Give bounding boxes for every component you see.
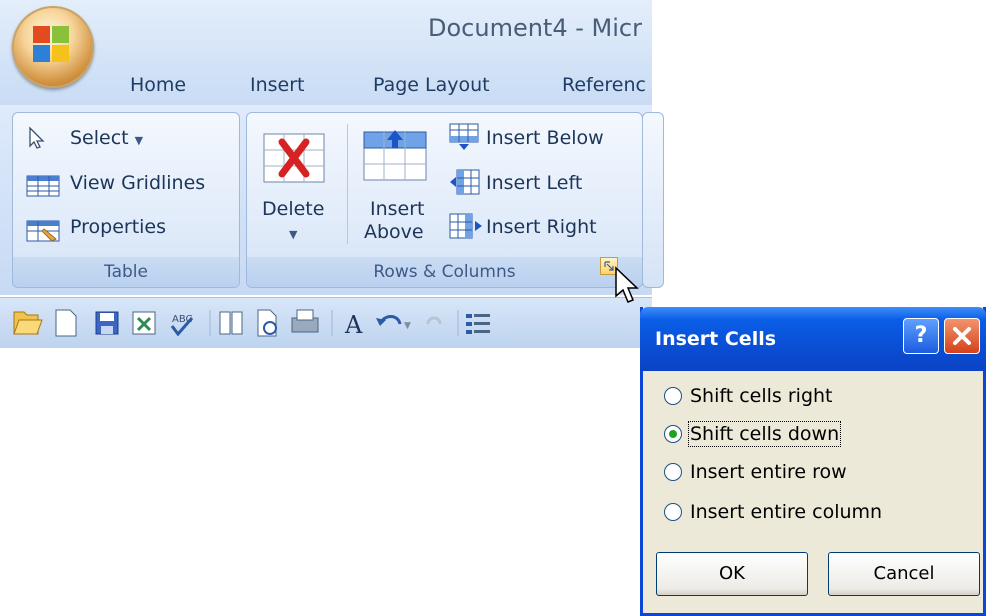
- radio-button[interactable]: [664, 463, 682, 481]
- new-icon: [55, 309, 77, 337]
- spelling-icon: ABC: [170, 314, 194, 337]
- ok-button[interactable]: OK: [656, 552, 808, 596]
- research-icon: [219, 311, 243, 335]
- tab-insert[interactable]: Insert: [250, 74, 305, 96]
- select-cursor-icon: [29, 126, 45, 149]
- insert-above-line2[interactable]: Above: [364, 221, 424, 243]
- view-gridlines-button[interactable]: View Gridlines: [70, 172, 205, 194]
- option-label: Shift cells down: [687, 421, 842, 447]
- delete-button[interactable]: Delete: [262, 198, 324, 220]
- open-icon: [13, 311, 43, 335]
- delete-table-icon: [263, 133, 325, 183]
- insert-above-line1[interactable]: Insert: [370, 198, 425, 220]
- close-icon: [953, 327, 971, 345]
- radio-dot: [669, 430, 677, 438]
- select-button[interactable]: Select ▼: [70, 127, 143, 149]
- svg-text:A: A: [344, 311, 363, 339]
- print-icon: [291, 309, 319, 333]
- save-icon: [95, 311, 119, 335]
- insert-right-button[interactable]: Insert Right: [486, 216, 597, 238]
- font-icon: A: [344, 311, 363, 339]
- print-preview-icon: [257, 309, 277, 337]
- permission-icon: [132, 311, 156, 335]
- office-logo-icon: [33, 26, 69, 62]
- insert-left-button[interactable]: Insert Left: [486, 172, 582, 194]
- help-button[interactable]: ?: [903, 318, 939, 354]
- insert-left-icon: [450, 169, 480, 195]
- table-group-caption: Table: [13, 257, 239, 287]
- separator: [347, 124, 348, 244]
- insert-right-icon: [449, 213, 482, 239]
- close-button[interactable]: [944, 318, 980, 354]
- option-label: Shift cells right: [690, 385, 833, 407]
- select-label: Select: [70, 127, 129, 149]
- undo-icon: [376, 315, 402, 326]
- mouse-cursor-icon: [615, 266, 639, 303]
- tab-references[interactable]: Referenc: [562, 74, 646, 96]
- properties-icon: [26, 220, 60, 242]
- quick-access-icons: ABC A ▼: [13, 309, 490, 339]
- rows-columns-group-caption: Rows & Columns: [247, 257, 642, 287]
- option-label: Insert entire column: [690, 501, 883, 523]
- dialog-title: Insert Cells: [655, 328, 777, 350]
- dialog-launcher-icon: [604, 261, 614, 271]
- radio-button-selected[interactable]: [664, 425, 682, 443]
- redo-icon: [426, 316, 442, 325]
- svg-text:▼: ▼: [404, 321, 411, 331]
- option-label: Insert entire row: [690, 461, 847, 483]
- next-group-edge: [642, 112, 664, 288]
- insert-below-button[interactable]: Insert Below: [486, 127, 604, 149]
- tab-home[interactable]: Home: [130, 74, 186, 96]
- radio-button[interactable]: [664, 387, 682, 405]
- delete-dropdown-arrow-icon[interactable]: ▼: [289, 228, 297, 241]
- insert-below-icon: [449, 123, 479, 150]
- properties-button[interactable]: Properties: [70, 216, 166, 238]
- window-title: Document4 - Micr: [428, 14, 642, 42]
- tab-page-layout[interactable]: Page Layout: [373, 74, 490, 96]
- insert-above-icon: [363, 130, 427, 181]
- radio-button[interactable]: [664, 503, 682, 521]
- gridlines-icon: [26, 175, 60, 197]
- dropdown-arrow-icon: ▼: [134, 134, 144, 147]
- cancel-button[interactable]: Cancel: [828, 552, 980, 596]
- bullets-icon: [466, 314, 490, 334]
